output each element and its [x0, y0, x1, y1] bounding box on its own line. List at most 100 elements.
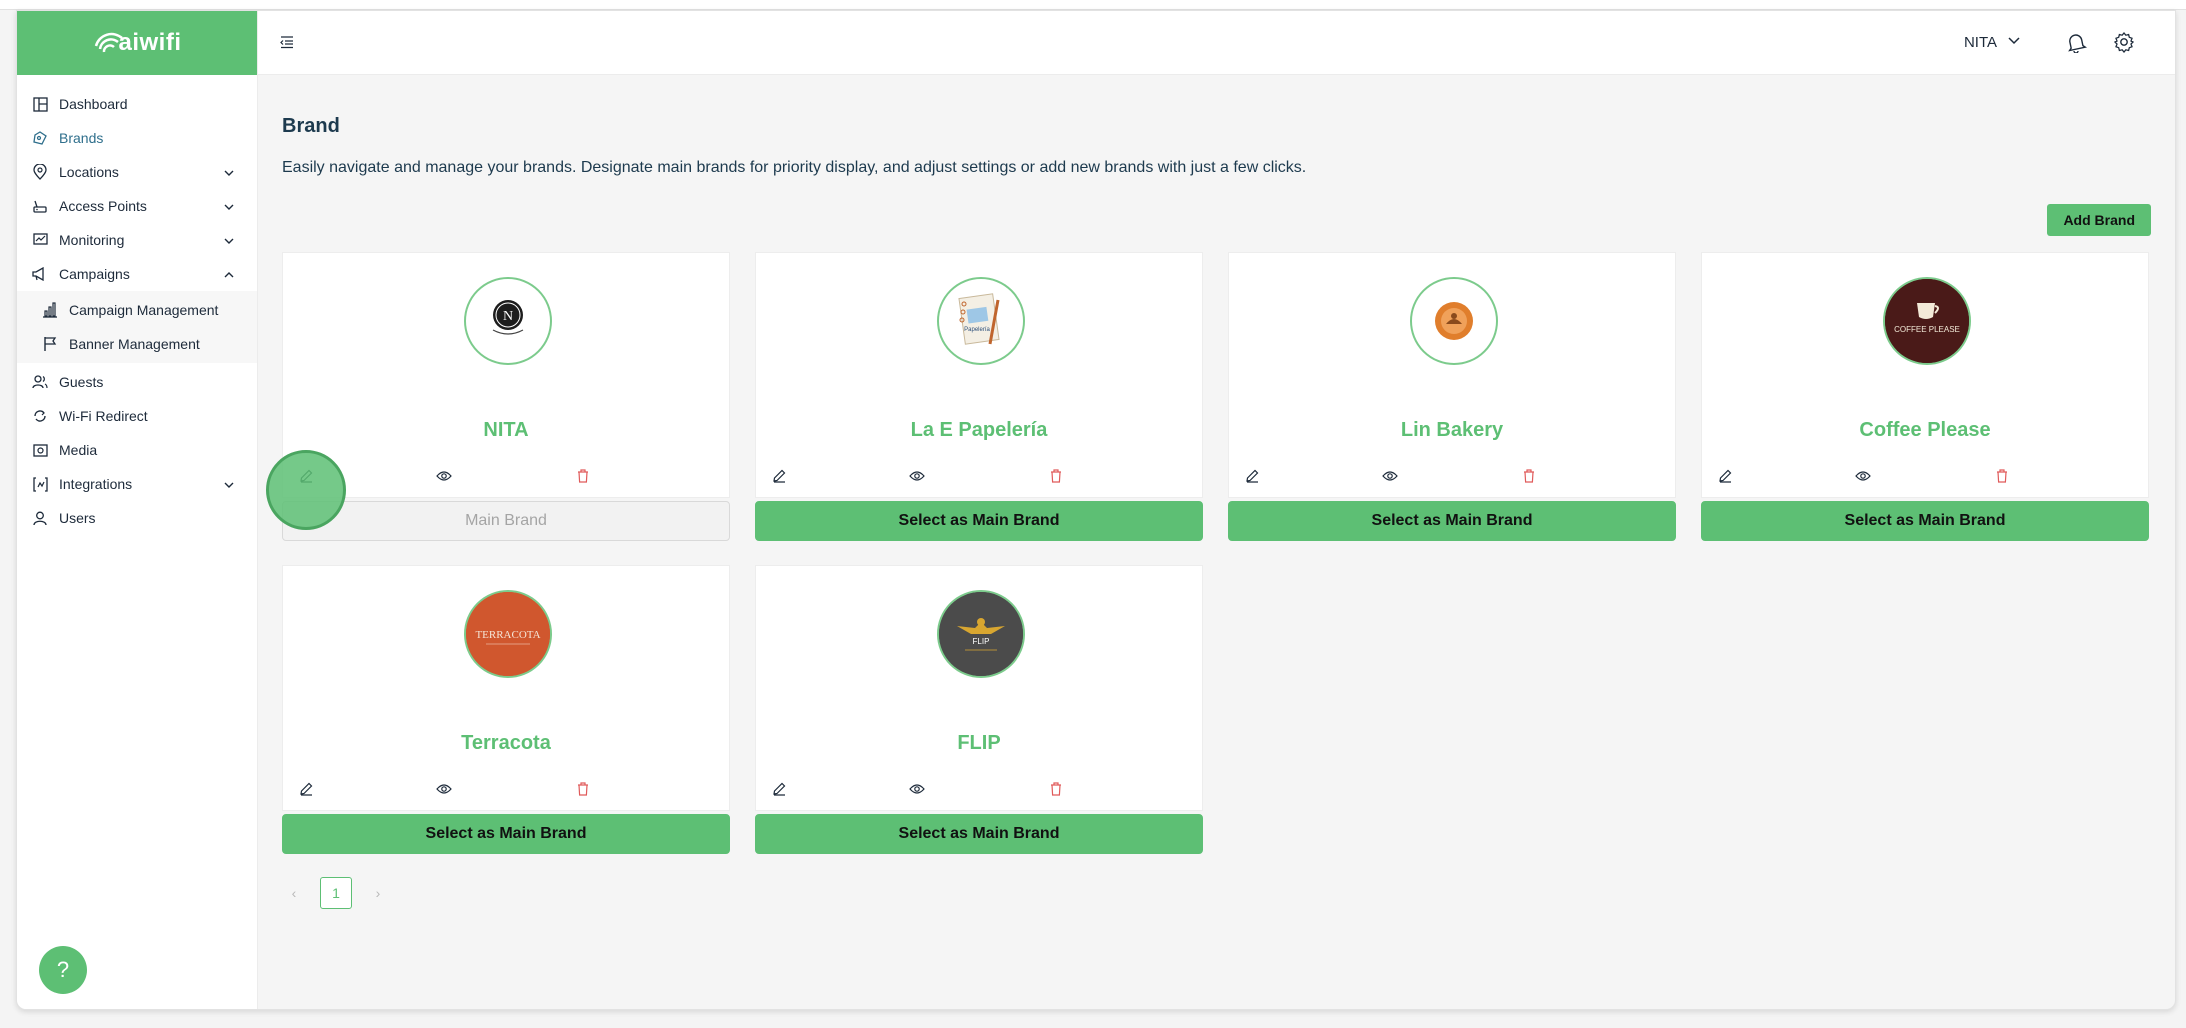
- notification-bell-icon[interactable]: [2065, 31, 2087, 53]
- brand-name: Coffee Please: [1859, 419, 1991, 441]
- eye-icon[interactable]: [1381, 467, 1399, 485]
- brand-card: FLIP FLIP Select as Main Brand: [755, 565, 1203, 855]
- brand-name: La E Papelería: [910, 419, 1048, 441]
- sidebar-item-dashboard[interactable]: Dashboard: [17, 87, 257, 121]
- sidebar-item-label: Banner Management: [69, 336, 200, 352]
- flag-icon: [41, 335, 59, 353]
- sidebar-item-label: Wi-Fi Redirect: [59, 408, 148, 424]
- campaigns-subnav: Campaign Management Banner Management: [17, 291, 257, 363]
- terracota-logo-text: TERRACOTA: [475, 629, 540, 641]
- brand-card: TERRACOTA Terracota Select as Main Brand: [282, 565, 730, 855]
- pagination-page-1[interactable]: 1: [320, 877, 352, 909]
- account-dropdown[interactable]: NITA: [1964, 33, 2021, 51]
- brand-logo: FLIP: [937, 590, 1025, 678]
- chevron-up-icon: [223, 268, 235, 280]
- help-label: ?: [56, 957, 70, 982]
- user-icon: [31, 509, 49, 527]
- page-title: Brand: [282, 115, 340, 137]
- edit-icon[interactable]: [1243, 467, 1261, 485]
- edit-icon[interactable]: [770, 467, 788, 485]
- sidebar-item-campaign-management[interactable]: Campaign Management: [17, 293, 257, 327]
- eye-icon[interactable]: [908, 780, 926, 798]
- sidebar-item-label: Guests: [59, 374, 104, 390]
- eye-icon[interactable]: [435, 467, 453, 485]
- edit-icon[interactable]: [1716, 467, 1734, 485]
- edit-icon[interactable]: [297, 780, 315, 798]
- select-main-brand-button[interactable]: Select as Main Brand: [1228, 501, 1676, 541]
- brand-name: Lin Bakery: [1400, 419, 1504, 441]
- main-brand-button[interactable]: Main Brand: [282, 501, 730, 541]
- integrations-icon: [31, 475, 49, 493]
- edit-icon[interactable]: [770, 780, 788, 798]
- nita-logo-letter: N: [503, 309, 513, 324]
- chevron-down-icon: [2007, 33, 2021, 51]
- sidebar-item-banner-management[interactable]: Banner Management: [17, 327, 257, 361]
- brand-actions: [1229, 467, 1675, 485]
- users-icon: [31, 373, 49, 391]
- menu-toggle-icon[interactable]: [280, 35, 294, 49]
- select-main-brand-button[interactable]: Select as Main Brand: [1701, 501, 2149, 541]
- app-window: aiwifi Dashboard Brands Locations Access…: [16, 10, 2176, 1010]
- delete-icon[interactable]: [1520, 467, 1538, 485]
- select-main-brand-button[interactable]: Select as Main Brand: [282, 814, 730, 854]
- eye-icon[interactable]: [908, 467, 926, 485]
- eye-icon[interactable]: [1854, 467, 1872, 485]
- dashboard-icon: [31, 95, 49, 113]
- delete-icon[interactable]: [574, 780, 592, 798]
- select-main-brand-button[interactable]: Select as Main Brand: [755, 814, 1203, 854]
- location-pin-icon: [31, 163, 49, 181]
- brand-logo: COFFEE PLEASE: [1883, 277, 1971, 365]
- brand-card-body: N NITA: [282, 252, 730, 498]
- pagination-prev[interactable]: ‹: [282, 881, 306, 905]
- chevron-down-icon: [223, 478, 235, 490]
- delete-icon[interactable]: [574, 467, 592, 485]
- edit-icon[interactable]: [297, 467, 315, 485]
- brand-name: Terracota: [461, 732, 551, 754]
- page-description: Easily navigate and manage your brands. …: [282, 159, 1307, 176]
- select-main-brand-button[interactable]: Select as Main Brand: [755, 501, 1203, 541]
- settings-gear-icon[interactable]: [2113, 31, 2135, 53]
- pagination-next[interactable]: ›: [366, 881, 390, 905]
- sidebar-item-label: Integrations: [59, 476, 133, 492]
- delete-icon[interactable]: [1047, 780, 1065, 798]
- brand-card: N NITA Main Brand: [266, 252, 730, 542]
- sidebar-item-label: Monitoring: [59, 232, 125, 248]
- delete-icon[interactable]: [1047, 467, 1065, 485]
- add-brand-button[interactable]: Add Brand: [2047, 204, 2151, 236]
- brand-actions: [756, 467, 1202, 485]
- sidebar-item-label: Access Points: [59, 198, 147, 214]
- top-header: NITA: [258, 11, 2175, 75]
- chevron-down-icon: [223, 234, 235, 246]
- sidebar-item-guests[interactable]: Guests: [17, 365, 257, 399]
- delete-icon[interactable]: [1993, 467, 2011, 485]
- main-content: NITA Brand Easily navigate and manage yo…: [258, 11, 2175, 1009]
- brand-grid: N NITA Main Brand Papelería La E Papeler…: [266, 252, 2153, 855]
- wifi-logo-icon: [92, 28, 126, 58]
- sidebar-item-campaigns[interactable]: Campaigns: [17, 257, 257, 291]
- brand-card: COFFEE PLEASE Coffee Please Select as Ma…: [1701, 252, 2149, 542]
- sidebar-item-users[interactable]: Users: [17, 501, 257, 535]
- sidebar-item-label: Locations: [59, 164, 119, 180]
- brand-logo: Papelería: [937, 277, 1025, 365]
- brand-card-body: COFFEE PLEASE Coffee Please: [1701, 252, 2149, 498]
- brand-name: NITA: [483, 419, 529, 441]
- sidebar-item-wifi-redirect[interactable]: Wi-Fi Redirect: [17, 399, 257, 433]
- sidebar-item-label: Campaigns: [59, 266, 130, 282]
- brand-card: Lin Bakery Select as Main Brand: [1228, 252, 1676, 542]
- image-icon: [31, 441, 49, 459]
- sidebar-item-brands[interactable]: Brands: [17, 121, 257, 155]
- sidebar-item-integrations[interactable]: Integrations: [17, 467, 257, 501]
- sidebar-item-label: Dashboard: [59, 96, 128, 112]
- sidebar-item-locations[interactable]: Locations: [17, 155, 257, 189]
- sidebar-item-monitoring[interactable]: Monitoring: [17, 223, 257, 257]
- chevron-down-icon: [223, 200, 235, 212]
- sidebar-item-access-points[interactable]: Access Points: [17, 189, 257, 223]
- help-button[interactable]: ?: [39, 946, 87, 994]
- brand-logo: N: [464, 277, 552, 365]
- eye-icon[interactable]: [435, 780, 453, 798]
- brand-card-body: TERRACOTA Terracota: [282, 565, 730, 811]
- brands-icon: [31, 129, 49, 147]
- sidebar-item-label: Media: [59, 442, 98, 458]
- logo[interactable]: aiwifi: [17, 11, 257, 75]
- sidebar-item-media[interactable]: Media: [17, 433, 257, 467]
